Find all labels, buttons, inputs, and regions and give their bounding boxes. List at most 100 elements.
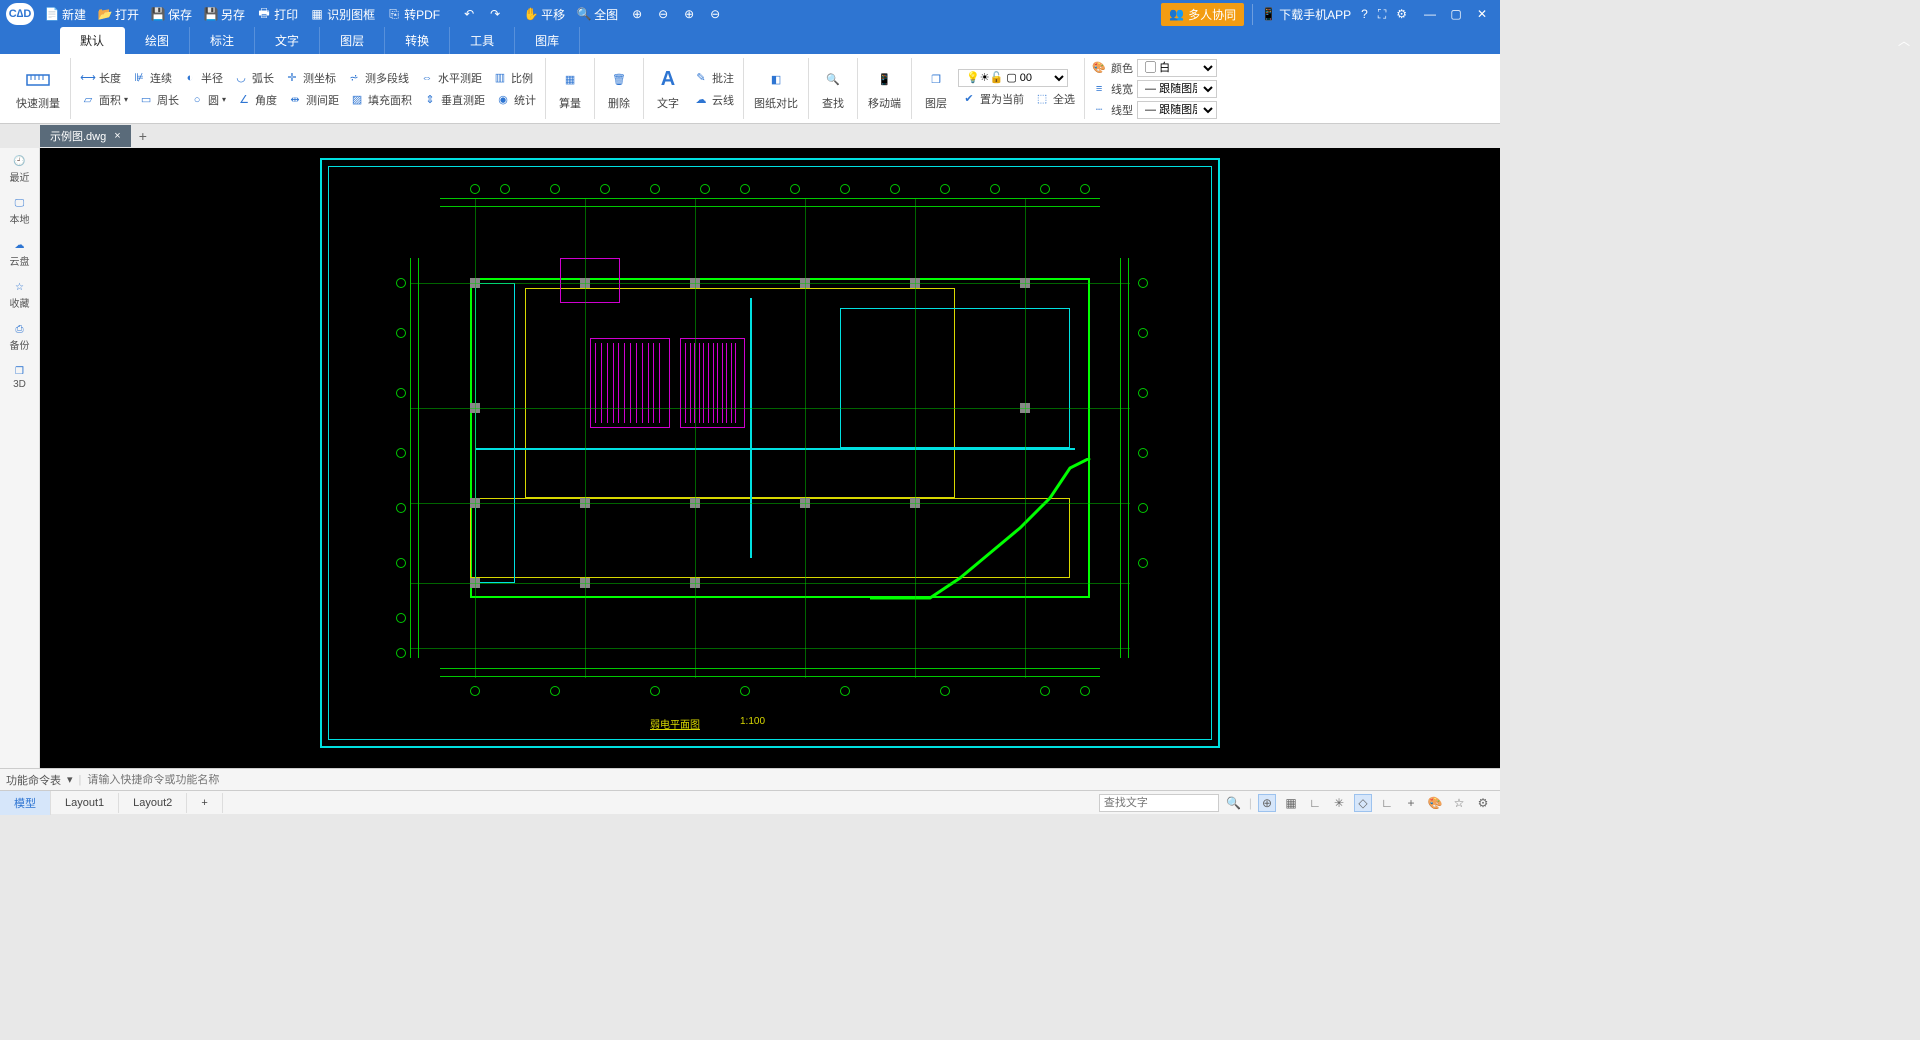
quick-measure-button[interactable]: 快速测量 [12,65,64,113]
ortho-toggle[interactable]: ∟ [1306,794,1324,812]
layer-select[interactable]: 💡☀🔓 ▢ 00 [958,69,1068,87]
coord-button[interactable]: ✛测坐标 [281,68,339,88]
osnap-toggle[interactable]: ◇ [1354,794,1372,812]
qa-undo[interactable]: ↶ [457,5,481,23]
arc-button[interactable]: ◡弧长 [230,68,277,88]
drawing-title: 弱电平面图 [650,716,700,731]
gear-toggle[interactable]: ⚙ [1474,794,1492,812]
layer-button[interactable]: ❐图层 [918,65,954,113]
vdist-button[interactable]: ⇕垂直测距 [419,90,488,110]
snap-toggle[interactable]: ⊕ [1258,794,1276,812]
stats-button[interactable]: ◉统计 [492,90,539,110]
color-toggle[interactable]: 🎨 [1426,794,1444,812]
delete-button[interactable]: 🗑删除 [601,65,637,113]
drawing-canvas[interactable]: 弱电平面图 1:100 [40,148,1500,768]
qa-zoomin2[interactable]: ⊕ [677,5,701,23]
fav-toggle[interactable]: ☆ [1450,794,1468,812]
zoom-out-icon: ⊖ [656,7,670,21]
polyline-button[interactable]: ⩫测多段线 [343,68,412,88]
compare-button[interactable]: ◧图纸对比 [750,65,802,113]
qa-saveas[interactable]: 💾另存 [199,4,250,25]
trash-icon: 🗑 [605,67,633,93]
mobile-button[interactable]: 📱移动端 [864,65,905,113]
settings-button[interactable]: ⚙ [1391,5,1412,23]
fullscreen-button[interactable]: ⛶ [1373,5,1391,24]
qa-redo[interactable]: ↷ [483,5,507,23]
add-layout-button[interactable]: + [187,793,222,813]
qa-recognize[interactable]: ▦识别图框 [305,4,380,25]
help-button[interactable]: ? [1356,5,1373,23]
lwt-toggle[interactable]: + [1402,794,1420,812]
qa-fit[interactable]: 🔍全图 [572,4,623,25]
qa-pan[interactable]: ✋平移 [519,4,570,25]
menu-tab-text[interactable]: 文字 [255,27,320,54]
qa-open[interactable]: 📂打开 [93,4,144,25]
lineweight-select[interactable]: — 跟随图层 [1137,80,1217,98]
color-select[interactable]: ▢ 白 [1137,59,1217,77]
hdist-button[interactable]: ⇔水平测距 [416,68,485,88]
hatcharea-button[interactable]: ▨填充面积 [346,90,415,110]
sidebar-cloud[interactable]: ☁云盘 [10,240,30,268]
sidebar-recent[interactable]: 🕘最近 [10,156,30,184]
annot-button[interactable]: ✎批注 [690,68,737,88]
layout-tab-model[interactable]: 模型 [0,791,51,815]
menu-tab-tools[interactable]: 工具 [450,27,515,54]
grid-toggle[interactable]: ▦ [1282,794,1300,812]
qa-pdf[interactable]: ⎘转PDF [382,4,445,25]
setcurrent-button[interactable]: ✔置为当前 [958,89,1027,109]
plus-icon: + [139,128,147,144]
search-button[interactable]: 🔍 [1225,794,1243,812]
linetype-select[interactable]: — 跟随图层 [1137,101,1217,119]
command-input[interactable] [87,774,487,786]
menu-tab-convert[interactable]: 转换 [385,27,450,54]
layout-tab-2[interactable]: Layout2 [119,793,187,813]
menu-tab-draw[interactable]: 绘图 [125,27,190,54]
ribbon-collapse[interactable]: ︿ [1898,32,1910,49]
length-button[interactable]: ⟷长度 [77,68,124,88]
menu-tab-default[interactable]: 默认 [60,27,125,54]
sidebar-fav[interactable]: ☆收藏 [10,282,30,310]
chevron-up-icon: ︿ [1898,34,1910,48]
gap-button[interactable]: ⇹测间距 [284,90,342,110]
scale-button[interactable]: ▥比例 [489,68,536,88]
window-close[interactable]: ✕ [1474,6,1490,22]
track-toggle[interactable]: ∟ [1378,794,1396,812]
text-button[interactable]: A文字 [650,65,686,113]
qa-print[interactable]: 🖶打印 [252,4,303,25]
doc-tab-active[interactable]: 示例图.dwg× [40,125,131,147]
selectall-button[interactable]: ⬚全选 [1031,89,1078,109]
chevron-down-icon[interactable]: ▾ [67,773,73,786]
qa-zoomout[interactable]: ⊖ [651,5,675,23]
zoom-fit-icon: 🔍 [577,7,591,21]
qa-new[interactable]: 📄新建 [40,4,91,25]
menu-tab-dim[interactable]: 标注 [190,27,255,54]
calc-button[interactable]: ▦算量 [552,65,588,113]
radius-button[interactable]: ◐半径 [179,68,226,88]
pdf-icon: ⎘ [387,7,401,21]
add-tab-button[interactable]: + [131,125,155,147]
perimeter-button[interactable]: ▭周长 [135,90,182,110]
menu-tab-library[interactable]: 图库 [515,27,580,54]
qa-zoomin[interactable]: ⊕ [625,5,649,23]
continuous-button[interactable]: ⊯连续 [128,68,175,88]
circle-button[interactable]: ○圆▾ [186,90,229,110]
workspace: 🕘最近 🖵本地 ☁云盘 ☆收藏 ⎙备份 ❒3D [0,148,1500,768]
window-maximize[interactable]: ▢ [1448,6,1464,22]
collab-button[interactable]: 👥多人协同 [1161,3,1244,26]
find-button[interactable]: 🔍查找 [815,65,851,113]
angle-button[interactable]: ∠角度 [233,90,280,110]
window-minimize[interactable]: — [1422,6,1438,22]
sidebar-3d[interactable]: ❒3D [13,366,26,390]
qa-save[interactable]: 💾保存 [146,4,197,25]
close-tab-icon[interactable]: × [114,130,120,142]
qa-zoomout2[interactable]: ⊖ [703,5,727,23]
search-input[interactable] [1099,794,1219,812]
sidebar-local[interactable]: 🖵本地 [10,198,30,226]
layout-tab-1[interactable]: Layout1 [51,793,119,813]
polar-toggle[interactable]: ✳ [1330,794,1348,812]
download-app-button[interactable]: 📱下载手机APP [1252,4,1356,25]
area-button[interactable]: ▱面积▾ [77,90,131,110]
sidebar-backup[interactable]: ⎙备份 [10,324,30,352]
cloud-button[interactable]: ☁云线 [690,90,737,110]
menu-tab-layer[interactable]: 图层 [320,27,385,54]
